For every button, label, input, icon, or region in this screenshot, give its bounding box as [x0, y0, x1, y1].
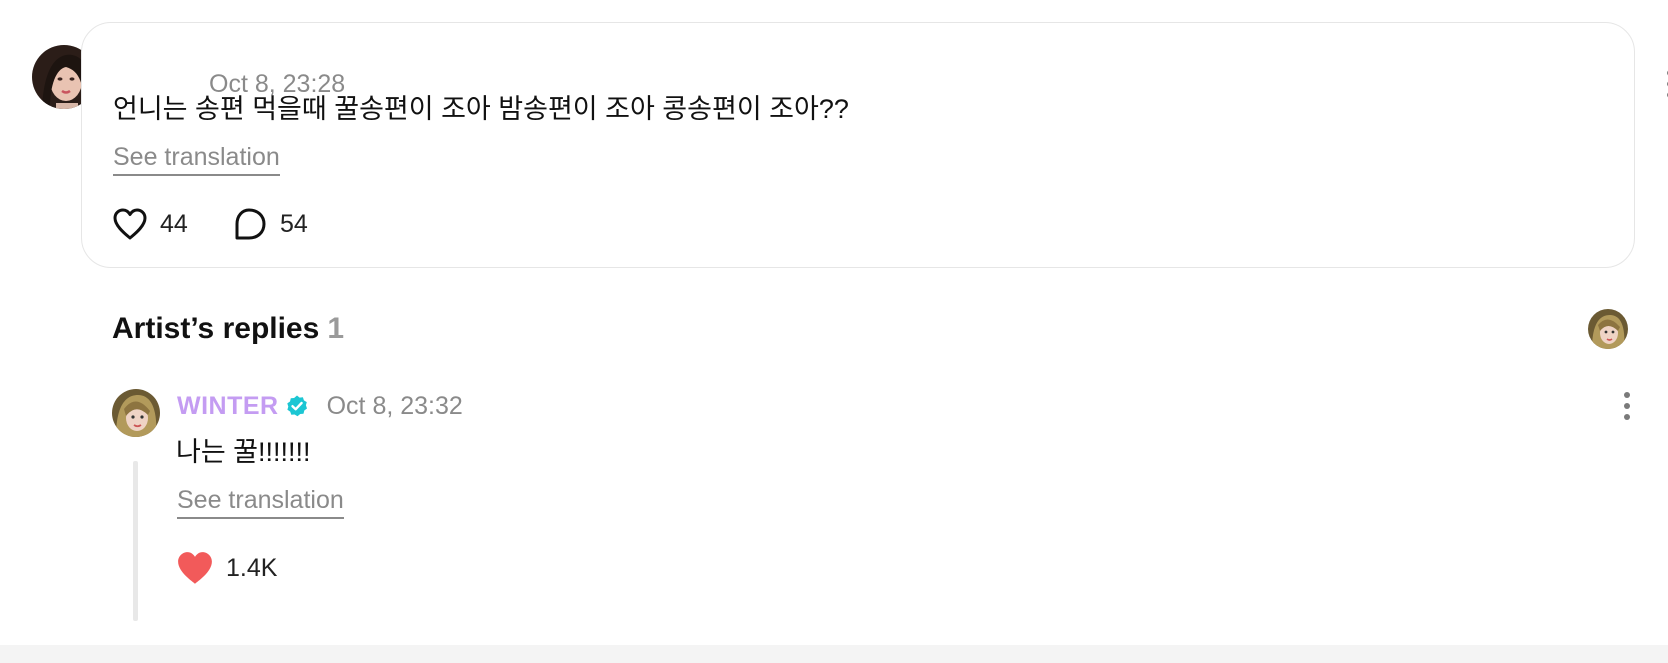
- post-text: 언니는 송편 먹을때 꿀송편이 조아 밤송편이 조아 콩송편이 조아??: [113, 94, 849, 124]
- verified-badge-icon: [286, 395, 307, 417]
- bottom-divider: [0, 645, 1668, 663]
- reply-count: 54: [280, 209, 308, 238]
- reply-timestamp: Oct 8, 23:32: [326, 392, 463, 420]
- reply-text: 나는 꿀!!!!!!!: [176, 437, 311, 467]
- more-options-icon[interactable]: [1660, 66, 1668, 102]
- comment-thread-page: Oct 8, 23:28 언니는 송편 먹을때 꿀송편이 조아 밤송편이 조아 …: [0, 0, 1668, 663]
- reply-like-count: 1.4K: [226, 553, 278, 582]
- see-translation-link[interactable]: See translation: [113, 142, 280, 176]
- artist-replies-heading: Artist’s replies 1: [112, 310, 344, 348]
- reply-like-button[interactable]: 1.4K: [176, 550, 277, 586]
- heart-filled-icon: [178, 552, 212, 584]
- artist-avatar-small[interactable]: [1588, 309, 1628, 349]
- fan-post-card: Oct 8, 23:28 언니는 송편 먹을때 꿀송편이 조아 밤송편이 조아 …: [81, 22, 1668, 268]
- artist-replies-title: Artist’s replies: [112, 312, 320, 345]
- artist-replies-count: 1: [327, 312, 344, 345]
- heart-outline-icon: [113, 208, 147, 240]
- reply-more-options-icon[interactable]: [1617, 388, 1637, 424]
- reply-thread-line: [133, 461, 138, 621]
- speech-bubble-icon: [235, 208, 266, 240]
- like-count: 44: [160, 209, 188, 238]
- reply-see-translation-link[interactable]: See translation: [177, 485, 344, 519]
- reply-author-name[interactable]: WINTER: [177, 390, 279, 422]
- winter-avatar[interactable]: [112, 389, 160, 437]
- reply-button[interactable]: 54: [232, 207, 308, 241]
- like-button[interactable]: 44: [112, 207, 188, 241]
- reply-header: WINTER Oct 8, 23:32: [177, 390, 463, 422]
